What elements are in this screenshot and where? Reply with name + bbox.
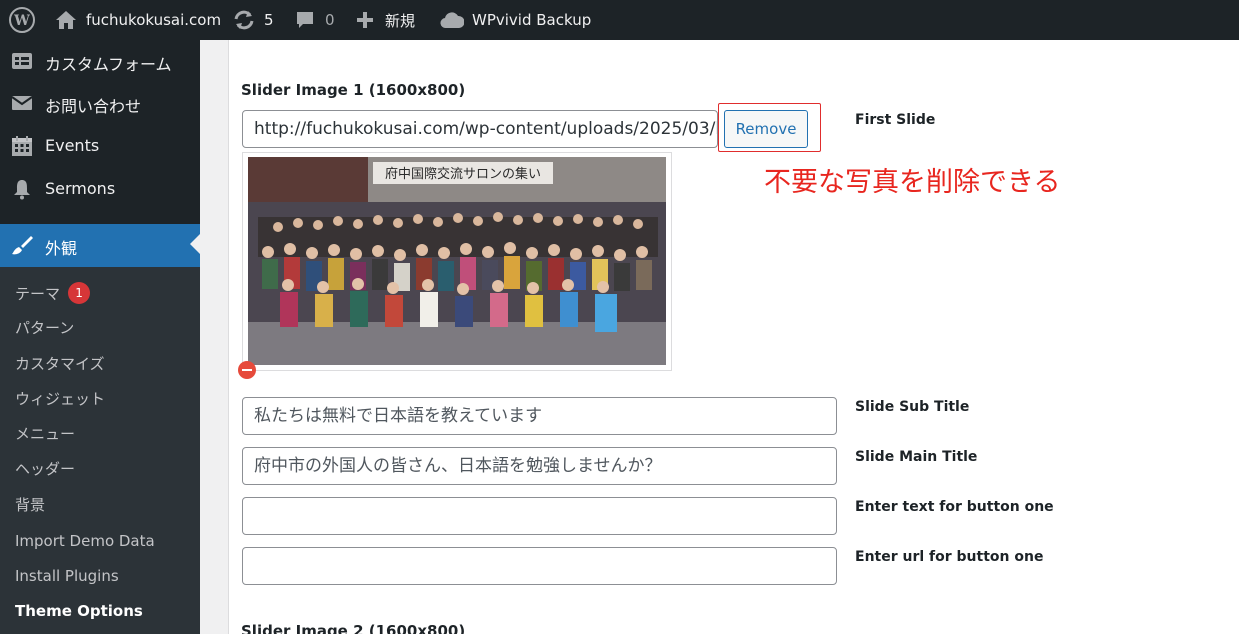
submenu-label: ヘッダー xyxy=(15,460,76,478)
appearance-submenu: テーマ 1 パターン カスタマイズ ウィジェット メニュー ヘッダー 背景 Imp… xyxy=(0,267,200,634)
backup-label: WPvivid Backup xyxy=(472,11,592,29)
slider-2-title: Slider Image 2 (1600x800) xyxy=(241,622,466,634)
comments-link[interactable]: 0 xyxy=(295,0,335,40)
menu-label: お問い合わせ xyxy=(45,97,142,116)
button-one-text-input[interactable] xyxy=(242,497,837,535)
menu-item-contact[interactable]: お問い合わせ xyxy=(0,83,200,123)
slide-sub-title-label: Slide Sub Title xyxy=(855,399,970,415)
submenu-item-themes[interactable]: テーマ 1 xyxy=(15,281,91,306)
annotation-text: 不要な写真を削除できる xyxy=(764,167,1061,198)
photo-banner-text: 府中国際交流サロンの集い xyxy=(385,166,541,182)
button-one-url-label: Enter url for button one xyxy=(855,549,1044,565)
admin-bar: W fuchukokusai.com 5 0 新規 WPvivid Backup xyxy=(0,0,1239,40)
calendar-icon xyxy=(12,136,32,156)
submenu-item-header[interactable]: ヘッダー xyxy=(15,457,75,481)
update-badge: 1 xyxy=(68,281,91,304)
site-name-link[interactable]: fuchukokusai.com xyxy=(55,0,221,40)
submenu-item-customize[interactable]: カスタマイズ xyxy=(15,352,105,376)
submenu-item-theme-options[interactable]: Theme Options xyxy=(15,599,143,623)
submenu-label: ウィジェット xyxy=(15,390,106,408)
new-content-link[interactable]: 新規 xyxy=(356,0,415,40)
form-icon xyxy=(12,53,32,69)
submenu-label: Theme Options xyxy=(15,602,143,620)
remove-image-button[interactable]: Remove xyxy=(724,110,808,148)
svg-text:W: W xyxy=(13,13,30,29)
slider-1-title: Slider Image 1 (1600x800) xyxy=(241,81,466,99)
slide-sub-title-input[interactable]: 私たちは無料で日本語を教えています xyxy=(242,397,837,435)
submenu-label: メニュー xyxy=(15,425,76,443)
menu-item-sermons[interactable]: Sermons xyxy=(0,169,200,209)
menu-label: Events xyxy=(45,136,100,155)
comments-count: 0 xyxy=(325,11,335,29)
admin-sidebar: カスタムフォーム お問い合わせ Events Sermons 外観 テーマ 1 パ… xyxy=(0,40,200,634)
menu-item-custom-form[interactable]: カスタムフォーム xyxy=(0,41,200,81)
button-one-url-input[interactable] xyxy=(242,547,837,585)
updates-icon xyxy=(234,10,254,30)
submenu-label: 背景 xyxy=(15,496,46,514)
submenu-item-patterns[interactable]: パターン xyxy=(15,316,74,340)
site-name: fuchukokusai.com xyxy=(86,11,222,29)
wpvivid-backup-link[interactable]: WPvivid Backup xyxy=(440,0,591,40)
submenu-label: パターン xyxy=(15,319,75,337)
paintbrush-icon xyxy=(12,236,33,255)
submenu-item-import-demo-data[interactable]: Import Demo Data xyxy=(15,529,155,553)
cloud-icon xyxy=(440,12,464,29)
button-one-text-label: Enter text for button one xyxy=(855,499,1054,515)
bell-icon xyxy=(14,180,30,200)
submenu-label: カスタマイズ xyxy=(15,355,105,373)
slide-main-title-label: Slide Main Title xyxy=(855,449,978,465)
menu-label: カスタムフォーム xyxy=(45,55,172,74)
current-indicator-arrow xyxy=(190,234,200,254)
submenu-label: Import Demo Data xyxy=(15,532,155,550)
slide-main-title-input[interactable]: 府中市の外国人の皆さん、日本語を勉強しませんか？ xyxy=(242,447,837,485)
submenu-label: Install Plugins xyxy=(15,567,119,585)
slider-1-image-preview: 府中国際交流サロンの集い xyxy=(248,157,666,365)
comment-icon xyxy=(297,12,313,28)
wordpress-logo-icon[interactable]: W xyxy=(9,0,35,40)
first-slide-label: First Slide xyxy=(855,112,936,128)
submenu-item-widgets[interactable]: ウィジェット xyxy=(15,387,105,411)
submenu-item-menus[interactable]: メニュー xyxy=(15,422,75,446)
submenu-item-install-plugins[interactable]: Install Plugins xyxy=(15,564,119,588)
menu-label: 外観 xyxy=(45,239,78,258)
menu-item-appearance[interactable]: 外観 xyxy=(0,224,200,267)
menu-label: Sermons xyxy=(45,179,116,198)
submenu-label: テーマ xyxy=(15,285,61,303)
mail-icon xyxy=(11,96,33,110)
slider-1-image-url-input[interactable]: http://fuchukokusai.com/wp-content/uploa… xyxy=(242,110,718,148)
menu-item-events[interactable]: Events xyxy=(0,126,200,166)
home-icon xyxy=(56,11,76,29)
submenu-item-background[interactable]: 背景 xyxy=(15,493,45,517)
new-label: 新規 xyxy=(385,11,416,30)
plus-icon xyxy=(357,12,373,28)
updates-link[interactable]: 5 xyxy=(233,0,274,40)
remove-photo-icon[interactable] xyxy=(238,361,256,379)
updates-count: 5 xyxy=(264,11,274,29)
